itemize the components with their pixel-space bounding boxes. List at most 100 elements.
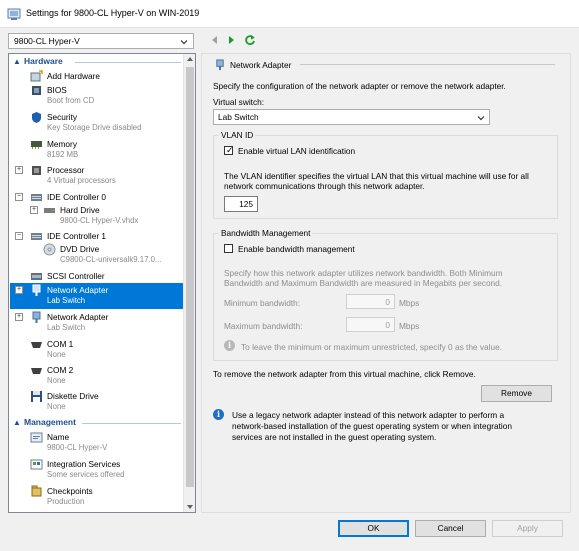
tree-item-label: Security	[47, 112, 77, 122]
vlan-id-input[interactable]: 125	[224, 196, 258, 212]
scrollbar-thumb[interactable]	[186, 67, 194, 487]
dvd-disc-icon	[43, 243, 56, 256]
tree-item-com1[interactable]: COM 1 None	[10, 337, 183, 363]
collapse-icon[interactable]: −	[15, 193, 23, 201]
tree-item-sub: Production	[47, 497, 85, 506]
tree-item-sub: Some services offered	[47, 470, 125, 479]
ok-button[interactable]: OK	[338, 520, 409, 537]
bandwidth-checkbox[interactable]	[224, 244, 233, 253]
back-arrow-icon[interactable]	[208, 33, 222, 47]
tree-scrollbar[interactable]	[183, 54, 195, 512]
processor-icon	[32, 166, 41, 175]
diskette-icon	[31, 391, 42, 402]
vlan-checkbox[interactable]: ✓	[224, 145, 234, 155]
bandwidth-help-line1: Specify how this network adapter utilize…	[224, 268, 503, 278]
network-adapter-icon	[32, 284, 41, 296]
play-forward-icon[interactable]	[224, 33, 238, 47]
tree-item-sub: 8192 MB	[47, 150, 79, 159]
tree-item-sub: 9800-CL Hyper-V	[47, 443, 108, 452]
bandwidth-checkbox-label: Enable bandwidth management	[238, 244, 355, 254]
management-section-header[interactable]: ▲ Management	[10, 417, 183, 429]
vlan-checkbox-label: Enable virtual LAN identification	[238, 146, 356, 156]
cancel-button[interactable]: Cancel	[415, 520, 486, 537]
bandwidth-note: To leave the minimum or maximum unrestri…	[241, 342, 502, 352]
tree-item-label: BIOS	[47, 85, 67, 95]
tree-item-security[interactable]: Security Key Storage Drive disabled	[10, 110, 183, 136]
scroll-down-icon[interactable]	[187, 505, 193, 509]
expand-icon[interactable]: +	[15, 166, 23, 174]
min-bandwidth-value: 0	[385, 297, 390, 307]
tree-item-sub: Key Storage Drive disabled	[47, 123, 142, 132]
tree-item-diskette-drive[interactable]: Diskette Drive None	[10, 389, 183, 415]
tree-item-sub: 9800-CL Hyper-V.vhdx	[60, 216, 139, 225]
tree-item-label: Memory	[47, 139, 77, 149]
max-bandwidth-label: Maximum bandwidth:	[224, 321, 303, 331]
expand-icon[interactable]: +	[15, 286, 23, 294]
legacy-text-line2: network-based installation of the guest …	[232, 421, 512, 431]
min-bandwidth-input[interactable]: 0	[346, 294, 395, 309]
settings-panel: Network Adapter Specify the configuratio…	[201, 53, 571, 513]
bios-chip-icon	[32, 86, 41, 95]
tree-item-label: Diskette Drive	[47, 391, 99, 401]
hardware-tree[interactable]: ▲ Hardware Add Hardware BIOS Boot from C…	[8, 53, 196, 513]
tree-item-label: IDE Controller 1	[47, 231, 107, 241]
apply-button[interactable]: Apply	[492, 520, 563, 537]
tree-item-label: Processor	[47, 165, 85, 175]
tree-item-sub: None	[47, 350, 66, 359]
tree-item-label: Network Adapter	[47, 285, 109, 295]
hard-drive-icon	[44, 208, 55, 213]
min-bandwidth-label: Minimum bandwidth:	[224, 298, 301, 308]
tree-item-integration-services[interactable]: Integration Services Some services offer…	[10, 457, 183, 483]
virtual-switch-label: Virtual switch:	[213, 97, 265, 107]
info-icon: i	[224, 340, 235, 351]
scsi-controller-icon	[31, 273, 42, 280]
expand-icon[interactable]: +	[15, 313, 23, 321]
tree-item-sub: None	[47, 402, 66, 411]
legacy-text-line3: services are not installed in the guest …	[232, 432, 437, 442]
chevron-down-icon	[477, 116, 485, 121]
tree-item-network-adapter[interactable]: + Network Adapter Lab Switch	[10, 310, 183, 336]
checkpoint-icon	[31, 485, 42, 497]
bandwidth-group-label: Bandwidth Management	[219, 228, 313, 238]
panel-header: Network Adapter	[230, 60, 292, 70]
vm-selector-dropdown[interactable]: 9800-CL Hyper-V	[8, 33, 194, 49]
tree-item-dvd-drive[interactable]: DVD Drive C9800-CL-universalk9.17.0...	[10, 242, 183, 268]
min-bandwidth-unit: Mbps	[399, 298, 420, 308]
tree-item-label: SCSI Controller	[47, 271, 105, 281]
max-bandwidth-input[interactable]: 0	[346, 317, 395, 332]
collapse-icon: ▲	[13, 57, 21, 66]
tree-item-processor[interactable]: + Processor 4 Virtual processors	[10, 163, 183, 189]
tree-item-sub: Lab Switch	[47, 296, 86, 305]
tree-item-com2[interactable]: COM 2 None	[10, 363, 183, 389]
memory-icon	[31, 141, 42, 149]
network-adapter-icon	[216, 59, 224, 71]
vlan-help-line1: The VLAN identifier specifies the virtua…	[224, 171, 529, 181]
tree-item-label: Network Adapter	[47, 312, 109, 322]
collapse-icon: ▲	[13, 418, 21, 427]
expand-icon[interactable]: +	[30, 206, 38, 214]
collapse-icon[interactable]: −	[15, 232, 23, 240]
virtual-switch-dropdown[interactable]: Lab Switch	[213, 109, 490, 125]
tree-item-name[interactable]: Name 9800-CL Hyper-V	[10, 430, 183, 456]
tree-item-checkpoints[interactable]: Checkpoints Production	[10, 484, 183, 510]
scroll-up-icon[interactable]	[187, 57, 193, 61]
tree-item-label: Add Hardware	[47, 71, 101, 81]
tree-item-label: Hard Drive	[60, 205, 100, 215]
dialog-button-bar: OK Cancel Apply	[0, 514, 579, 551]
tree-item-label: DVD Drive	[60, 244, 100, 254]
tree-item-bios[interactable]: BIOS Boot from CD	[10, 83, 183, 109]
management-section-label: Management	[24, 417, 76, 427]
refresh-icon[interactable]	[243, 33, 257, 47]
window-title: Settings for 9800-CL Hyper-V on WIN-2019	[26, 8, 200, 18]
remove-button[interactable]: Remove	[481, 385, 552, 402]
legacy-text-line1: Use a legacy network adapter instead of …	[232, 410, 505, 420]
hardware-section-header[interactable]: ▲ Hardware	[10, 56, 183, 68]
tree-item-sub: Boot from CD	[47, 96, 95, 105]
network-adapter-icon	[32, 311, 41, 323]
tree-item-sub: 4 Virtual processors	[47, 176, 116, 185]
panel-description: Specify the configuration of the network…	[213, 81, 506, 91]
tree-item-network-adapter-selected[interactable]: + Network Adapter Lab Switch	[10, 283, 183, 309]
tree-item-label: Name	[47, 432, 70, 442]
tree-item-hard-drive[interactable]: + Hard Drive 9800-CL Hyper-V.vhdx	[10, 203, 183, 229]
tree-item-memory[interactable]: Memory 8192 MB	[10, 137, 183, 163]
